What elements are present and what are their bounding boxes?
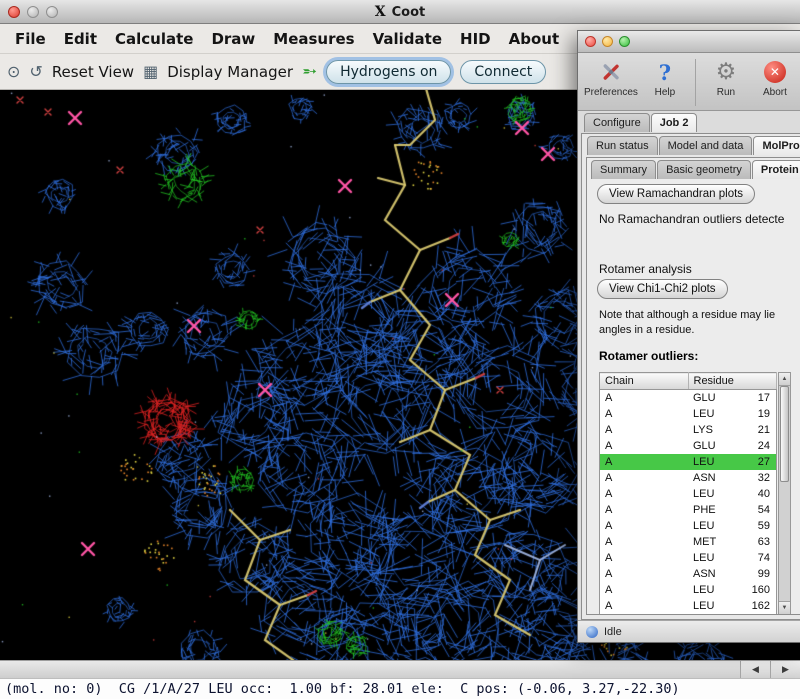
abort-label: Abort (763, 87, 787, 98)
tab-molprobity[interactable]: MolProbit (753, 136, 800, 155)
table-row[interactable]: A40LEU (600, 486, 777, 502)
scroll-arrows: ◀ ▶ (740, 661, 800, 678)
rotamer-outliers-label: Rotamer outliers: (599, 349, 800, 363)
view-ramachandran-plots-button[interactable]: View Ramachandran plots (597, 184, 755, 204)
table-row[interactable]: A59LEU (600, 518, 777, 534)
dialog-status-text: Idle (604, 626, 622, 638)
table-row[interactable]: A74LEU (600, 550, 777, 566)
table-row[interactable]: A160LEU (600, 582, 777, 598)
rotamer-table-body: A17GLUA19LEUA21LYSA24GLUA27LEUA32ASNA40L… (600, 390, 777, 615)
table-row[interactable]: A24GLU (600, 438, 777, 454)
dialog-close-button[interactable] (585, 36, 596, 47)
reset-view-icon[interactable]: ↺ (29, 64, 42, 80)
menu-calculate[interactable]: Calculate (106, 28, 202, 50)
job-tabs: Configure Job 2 (584, 113, 697, 132)
abort-button[interactable]: ✕ Abort (753, 58, 797, 98)
toolbar-round-icon[interactable]: ⊙ (7, 64, 20, 80)
molprobity-notebook: Summary Basic geometry Protein C View Ra… (586, 157, 800, 615)
preferences-button[interactable]: Preferences (584, 58, 638, 98)
run-button[interactable]: ⚙ Run (704, 58, 748, 98)
run-label: Run (717, 87, 735, 98)
scroll-right-arrow-icon[interactable]: ▶ (770, 661, 800, 678)
tab-model-and-data[interactable]: Model and data (659, 136, 753, 155)
dialog-window-controls (585, 36, 630, 47)
menu-hid[interactable]: HID (451, 28, 500, 50)
view-chi1-chi2-plots-button[interactable]: View Chi1-Chi2 plots (597, 279, 728, 299)
abort-icon: ✕ (764, 58, 786, 86)
table-row[interactable]: A19LEU (600, 406, 777, 422)
validation-dialog: Preferences ? Help ⚙ Run ✕ Abort Configu… (577, 30, 800, 643)
display-manager-button[interactable]: Display Manager (167, 63, 293, 81)
table-row[interactable]: A162LEU (600, 598, 777, 614)
reset-view-button[interactable]: Reset View (52, 63, 134, 81)
dialog-zoom-button[interactable] (619, 36, 630, 47)
help-button[interactable]: ? Help (643, 58, 687, 98)
x11-icon: X (375, 4, 386, 20)
menu-about[interactable]: About (500, 28, 569, 50)
rotamer-note: Note that although a residue may lie ang… (599, 308, 800, 338)
rotamer-note-line1: Note that although a residue may lie (599, 308, 800, 323)
dialog-toolbar: Preferences ? Help ⚙ Run ✕ Abort (578, 53, 800, 111)
toolbar-separator (695, 59, 696, 106)
dialog-minimize-button[interactable] (602, 36, 613, 47)
atom-status-line: (mol. no: 0) CG /1/A/27 LEU occ: 1.00 bf… (0, 678, 800, 699)
dialog-body: Configure Job 2 Run status Model and dat… (578, 111, 800, 642)
chain-column-header[interactable]: Chain (600, 373, 689, 390)
table-row[interactable]: A54PHE (600, 502, 777, 518)
menu-file[interactable]: File (6, 28, 55, 50)
tab-basic-geometry[interactable]: Basic geometry (657, 160, 751, 179)
status-orb-icon (586, 626, 598, 638)
residue-column-header[interactable]: Residue (688, 373, 777, 390)
run-gear-icon: ⚙ (716, 58, 737, 86)
display-manager-icon[interactable]: ▦ (143, 64, 158, 80)
rotamer-analysis-label: Rotamer analysis (599, 262, 800, 276)
table-row[interactable]: A21LYS (600, 422, 777, 438)
table-row[interactable]: A32ASN (600, 470, 777, 486)
molprobity-tabs: Summary Basic geometry Protein C (591, 160, 800, 179)
scroll-left-arrow-icon[interactable]: ◀ (740, 661, 770, 678)
table-row[interactable]: A99ASN (600, 566, 777, 582)
main-titlebar[interactable]: X Coot (0, 0, 800, 24)
menu-measures[interactable]: Measures (264, 28, 363, 50)
table-row[interactable]: A27LEU (600, 454, 777, 470)
window-title-text: Coot (392, 5, 426, 20)
menu-edit[interactable]: Edit (55, 28, 106, 50)
horizontal-scrollbar[interactable]: ◀ ▶ (0, 660, 800, 678)
connect-button[interactable]: Connect (460, 60, 546, 84)
tab-run-status[interactable]: Run status (587, 136, 658, 155)
dialog-titlebar[interactable] (578, 31, 800, 53)
help-label: Help (655, 87, 676, 98)
menu-draw[interactable]: Draw (202, 28, 264, 50)
help-icon: ? (659, 58, 671, 86)
menu-validate[interactable]: Validate (364, 28, 451, 50)
job-notebook: Run status Model and data MolProbit Summ… (581, 133, 800, 620)
protein-panel: View Ramachandran plots No Ramachandran … (587, 181, 800, 614)
hydrogens-toggle-button[interactable]: Hydrogens on (326, 60, 451, 84)
dialog-status-bar: Idle (578, 620, 800, 642)
atom-status-text: (mol. no: 0) CG /1/A/27 LEU occ: 1.00 bf… (5, 681, 680, 697)
window-title: X Coot (0, 0, 800, 24)
tab-summary[interactable]: Summary (591, 160, 656, 179)
scrollbar-thumb[interactable] (780, 386, 789, 482)
preferences-icon (599, 58, 623, 86)
table-row[interactable]: A63MET (600, 534, 777, 550)
coot-main-window: X Coot File Edit Calculate Draw Measures… (0, 0, 800, 699)
ramachandran-result-text: No Ramachandran outliers detecte (599, 212, 800, 226)
table-row[interactable]: A17GLU (600, 390, 777, 407)
tab-job-2[interactable]: Job 2 (651, 113, 698, 132)
rotamer-note-line2: angles in a residue. (599, 323, 800, 338)
scroll-down-arrow-icon[interactable]: ▼ (779, 601, 790, 614)
preferences-label: Preferences (584, 87, 638, 98)
green-arrow-icon[interactable]: ➵ (302, 63, 317, 81)
table-scrollbar[interactable]: ▲ ▼ (778, 372, 791, 614)
scroll-up-arrow-icon[interactable]: ▲ (779, 373, 790, 386)
result-tabs: Run status Model and data MolProbit (587, 136, 800, 155)
tab-configure[interactable]: Configure (584, 113, 650, 132)
rotamer-outliers-table: Chain Residue A17GLUA19LEUA21LYSA24GLUA2… (599, 372, 791, 614)
tab-protein[interactable]: Protein (752, 160, 800, 179)
